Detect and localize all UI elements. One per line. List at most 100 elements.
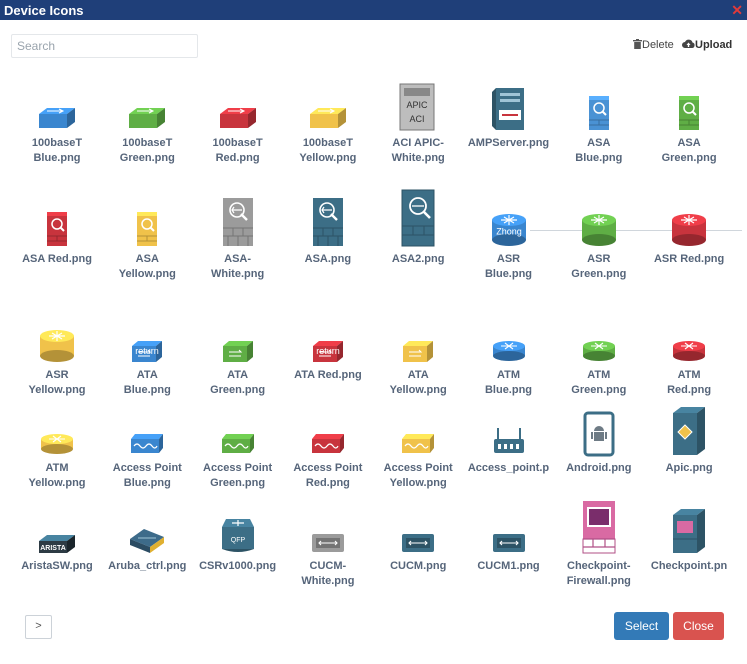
device-icon-image bbox=[464, 312, 554, 364]
device-icon-tile[interactable]: ASA Green.png bbox=[644, 80, 734, 166]
device-icon-image: ARISTA bbox=[12, 503, 102, 555]
device-icon-tile[interactable]: CUCM- White.png bbox=[283, 503, 373, 589]
device-icon-tile[interactable]: Zhong ASR Blue.png bbox=[464, 196, 554, 282]
device-icon-tile[interactable]: ASA- White.png bbox=[193, 196, 283, 282]
device-icon-tile[interactable]: Android.png bbox=[554, 405, 644, 476]
device-icon-image bbox=[193, 80, 283, 132]
device-icon-image bbox=[283, 196, 373, 248]
device-icon-tile[interactable]: Apic.png bbox=[644, 405, 734, 476]
device-icon-label: Aruba_ctrl.png bbox=[108, 560, 187, 572]
close-button[interactable]: Close bbox=[673, 612, 724, 640]
upload-button[interactable]: Upload bbox=[682, 39, 732, 51]
device-icon-label: Access Point Green.png bbox=[203, 462, 273, 489]
device-icon-image bbox=[554, 80, 644, 132]
device-icon-tile[interactable]: ASR Green.png bbox=[554, 196, 644, 282]
device-icon-label: Checkpoint- Firewall.png bbox=[566, 560, 631, 587]
device-icon-image: APIC ACI bbox=[373, 80, 463, 132]
device-icon-label: Access_point.p bbox=[467, 462, 550, 474]
close-icon[interactable]: ✕ bbox=[731, 2, 743, 19]
device-icon-image bbox=[12, 405, 102, 457]
device-icon-tile[interactable]: ASA Red.png bbox=[12, 196, 102, 267]
device-icon-label: AristaSW.png bbox=[21, 560, 93, 572]
select-button[interactable]: Select bbox=[614, 612, 669, 640]
next-page-button[interactable]: > bbox=[25, 615, 52, 639]
device-icon-tile[interactable]: 100baseT Yellow.png bbox=[283, 80, 373, 166]
upload-label: Upload bbox=[695, 39, 733, 51]
device-icon-label: ATM Blue.png bbox=[484, 369, 533, 396]
device-icon-image bbox=[554, 312, 644, 364]
device-icon-tile[interactable]: Checkpoint.pn bbox=[644, 503, 734, 574]
device-icon-tile[interactable]: Access Point Red.png bbox=[283, 405, 373, 491]
device-icon-image: QFP bbox=[193, 503, 283, 555]
device-icon-tile[interactable]: ATM Red.png bbox=[644, 312, 734, 398]
device-icon-tile[interactable]: 100baseT Green.png bbox=[102, 80, 192, 166]
device-icon-label: CUCM.png bbox=[390, 560, 447, 572]
device-icon-image bbox=[373, 312, 463, 364]
device-icon-tile[interactable]: CUCM1.png bbox=[464, 503, 554, 574]
device-icon-tile[interactable]: ASA Yellow.png bbox=[102, 196, 192, 282]
device-icon-label: Apic.png bbox=[665, 462, 713, 474]
search-input[interactable] bbox=[11, 34, 198, 58]
device-icon-tile[interactable]: ASA2.png bbox=[373, 189, 463, 267]
device-icon-label: ATM Red.png bbox=[667, 369, 712, 396]
device-icon-tile[interactable]: return ATA Blue.png bbox=[102, 312, 192, 398]
svg-text:ACI: ACI bbox=[410, 114, 425, 124]
device-icon-tile[interactable]: AMPServer.png bbox=[464, 80, 554, 151]
device-icon-tile[interactable]: ASR Red.png bbox=[644, 196, 734, 267]
device-icon-label: 100baseT Red.png bbox=[212, 137, 263, 164]
device-icon-label: AMPServer.png bbox=[467, 137, 550, 149]
title-bar: Device Icons ✕ bbox=[0, 0, 747, 20]
device-icon-label: ASA Blue.png bbox=[575, 137, 623, 164]
device-icon-label: ASA Green.png bbox=[661, 137, 717, 164]
device-icon-tile[interactable]: return ATA Red.png bbox=[283, 312, 373, 383]
device-icon-label: ATM Yellow.png bbox=[28, 462, 86, 489]
device-icon-label: ASA Yellow.png bbox=[118, 253, 176, 280]
device-icon-image bbox=[554, 196, 644, 248]
device-icon-image bbox=[464, 405, 554, 457]
device-icon-tile[interactable]: Access Point Blue.png bbox=[102, 405, 192, 491]
device-icon-tile[interactable]: Aruba_ctrl.png bbox=[102, 503, 192, 574]
delete-label: Delete bbox=[642, 39, 674, 51]
device-icon-image bbox=[464, 80, 554, 132]
device-icon-tile[interactable]: APIC ACI ACI APIC- White.png bbox=[373, 80, 463, 166]
device-icon-label: ASR Green.png bbox=[571, 253, 627, 280]
device-icon-tile[interactable]: 100baseT Blue.png bbox=[12, 80, 102, 166]
device-icon-image bbox=[644, 405, 734, 457]
device-icon-image: return bbox=[102, 312, 192, 364]
device-icon-tile[interactable]: ATM Blue.png bbox=[464, 312, 554, 398]
device-icon-tile[interactable]: ARISTA AristaSW.png bbox=[12, 503, 102, 574]
svg-text:Zhong: Zhong bbox=[496, 226, 522, 236]
device-icon-label: ASR Yellow.png bbox=[28, 369, 86, 396]
device-icon-image bbox=[12, 196, 102, 248]
svg-text:return: return bbox=[136, 346, 160, 356]
device-icon-label: ATA Green.png bbox=[210, 369, 266, 396]
device-icon-tile[interactable]: ASA.png bbox=[283, 196, 373, 267]
device-icon-image bbox=[554, 501, 644, 555]
delete-button[interactable]: Delete bbox=[633, 39, 674, 51]
device-icon-tile[interactable]: Checkpoint- Firewall.png bbox=[554, 501, 644, 589]
device-icon-label: Access Point Red.png bbox=[293, 462, 363, 489]
device-icon-tile[interactable]: CUCM.png bbox=[373, 503, 463, 574]
device-icon-tile[interactable]: Access Point Green.png bbox=[193, 405, 283, 491]
device-icon-tile[interactable]: ASR Yellow.png bbox=[12, 312, 102, 398]
device-icon-tile[interactable]: ATM Yellow.png bbox=[12, 405, 102, 491]
device-icon-image bbox=[102, 80, 192, 132]
device-icon-tile[interactable]: QFP CSRv1000.png bbox=[193, 503, 283, 574]
device-icon-label: 100baseT Blue.png bbox=[31, 137, 83, 164]
device-icon-label: 100baseT Yellow.png bbox=[299, 137, 357, 164]
device-icon-tile[interactable]: ASA Blue.png bbox=[554, 80, 644, 166]
device-icon-label: ACI APIC- White.png bbox=[391, 137, 445, 164]
device-icon-image bbox=[464, 503, 554, 555]
device-icon-label: Android.png bbox=[566, 462, 632, 474]
device-icon-tile[interactable]: Access_point.p bbox=[464, 405, 554, 476]
cloud-upload-icon bbox=[682, 39, 695, 48]
device-icon-tile[interactable]: ATA Yellow.png bbox=[373, 312, 463, 398]
device-icon-image bbox=[193, 196, 283, 248]
device-icon-tile[interactable]: 100baseT Red.png bbox=[193, 80, 283, 166]
device-icon-image bbox=[373, 189, 463, 248]
device-icon-tile[interactable]: Access Point Yellow.png bbox=[373, 405, 463, 491]
device-icon-label: CSRv1000.png bbox=[199, 560, 277, 572]
device-icon-tile[interactable]: ATA Green.png bbox=[193, 312, 283, 398]
device-icon-label: ATA Red.png bbox=[294, 369, 362, 381]
device-icon-tile[interactable]: ATM Green.png bbox=[554, 312, 644, 398]
